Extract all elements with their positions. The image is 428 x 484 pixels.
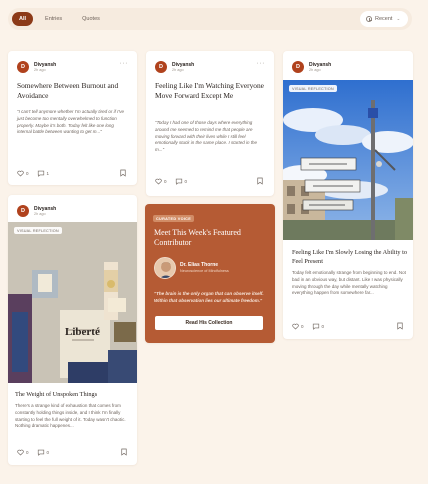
heart-icon: [292, 323, 299, 329]
avatar[interactable]: D: [155, 61, 167, 73]
entry-image[interactable]: Liberté VISUAL REFLECTION: [8, 222, 137, 383]
post-time: 2h ago: [34, 67, 46, 72]
filter-bar: All Entries Quotes Recent ⌄: [8, 8, 412, 30]
avatar[interactable]: D: [17, 205, 29, 217]
like-button[interactable]: 0: [292, 323, 304, 330]
like-button[interactable]: 0: [17, 449, 29, 456]
entry-title[interactable]: Feeling Like I'm Slowly Losing the Abili…: [292, 248, 408, 266]
more-options-icon[interactable]: ···: [257, 60, 266, 67]
visual-reflection-badge: VISUAL REFLECTION: [289, 85, 337, 92]
sort-dropdown[interactable]: Recent ⌄: [360, 11, 408, 27]
like-count: 0: [26, 170, 29, 176]
post-time: 2h ago: [172, 67, 184, 72]
entry-image[interactable]: VISUAL REFLECTION: [283, 80, 413, 240]
more-options-icon[interactable]: ···: [120, 60, 129, 67]
heart-icon: [17, 170, 24, 176]
contributor-avatar[interactable]: [154, 257, 176, 279]
comment-button[interactable]: 0: [37, 449, 50, 456]
image-caption: Liberté: [65, 326, 100, 338]
clock-icon: [366, 16, 372, 22]
entry-card[interactable]: D Divyansh 2h ago ··· Feeling Like I'm W…: [146, 51, 274, 196]
like-count: 0: [164, 178, 167, 184]
entry-quote: "Today I had one of those days where eve…: [155, 120, 258, 153]
comment-button[interactable]: 0: [175, 178, 188, 185]
author-name[interactable]: Divyansh: [172, 62, 194, 68]
entry-card[interactable]: D Divyansh 2h ago ··· Somewhere Between …: [8, 51, 137, 185]
entry-title[interactable]: Feeling Like I'm Watching Everyone Move …: [155, 81, 267, 102]
comment-icon: [312, 323, 319, 330]
avatar[interactable]: D: [17, 61, 29, 73]
entry-excerpt: There's a strange kind of exhaustion tha…: [15, 403, 126, 429]
comment-button[interactable]: 1: [37, 170, 50, 177]
bookmark-icon[interactable]: [120, 169, 126, 177]
post-time: 2h ago: [34, 211, 46, 216]
bookmark-icon[interactable]: [257, 177, 263, 185]
comment-button[interactable]: 0: [312, 323, 325, 330]
contributor-role: Neuroscience of Mindfulness: [180, 269, 229, 273]
like-button[interactable]: 0: [17, 170, 29, 177]
heart-icon: [155, 178, 162, 184]
like-count: 0: [26, 449, 29, 455]
author-name[interactable]: Divyansh: [34, 62, 56, 68]
featured-title: Meet This Week's Featured Contributor: [154, 228, 241, 247]
sort-label: Recent: [375, 16, 393, 22]
comment-icon: [37, 170, 44, 177]
comment-count: 0: [321, 323, 325, 329]
entry-card[interactable]: D Divyansh 2h ago Liberté VISUAL REFLECT…: [8, 195, 137, 465]
like-count: 0: [301, 323, 304, 329]
visual-reflection-badge: VISUAL REFLECTION: [14, 227, 62, 234]
read-collection-button[interactable]: Read His Collection: [155, 316, 263, 330]
tab-entries[interactable]: Entries: [37, 12, 70, 26]
entry-title[interactable]: Somewhere Between Burnout and Avoidance: [17, 81, 129, 102]
comment-icon: [37, 449, 44, 456]
featured-contributor-card: CURATED VOICE Meet This Week's Featured …: [145, 204, 275, 343]
entry-card[interactable]: D Divyansh 2h ago VISUAL REFLECTION Feel…: [283, 51, 413, 339]
tab-all[interactable]: All: [12, 12, 34, 26]
tab-quotes[interactable]: Quotes: [74, 12, 108, 26]
like-button[interactable]: 0: [155, 178, 167, 185]
comment-icon: [175, 178, 182, 185]
chevron-down-icon: ⌄: [396, 16, 401, 21]
contributor-name[interactable]: Dr. Elias Thorne: [180, 262, 229, 269]
author-name[interactable]: Divyansh: [34, 206, 56, 212]
bookmark-icon[interactable]: [397, 322, 403, 330]
entry-title[interactable]: The Weight of Unspoken Things: [15, 390, 131, 399]
post-time: 2h ago: [309, 67, 321, 72]
featured-contributor[interactable]: Dr. Elias Thorne Neuroscience of Mindful…: [154, 257, 229, 279]
bookmark-icon[interactable]: [121, 448, 127, 456]
comment-count: 1: [46, 170, 50, 176]
comment-count: 0: [46, 449, 50, 455]
avatar[interactable]: D: [292, 61, 304, 73]
comment-count: 0: [184, 178, 188, 184]
heart-icon: [17, 449, 24, 455]
author-name[interactable]: Divyansh: [309, 62, 331, 68]
featured-quote: "The brain is the only organ that can ob…: [154, 291, 264, 303]
entry-quote: "I can't tell anymore whether I'm actual…: [17, 109, 124, 135]
curated-voice-badge: CURATED VOICE: [153, 215, 195, 222]
entry-excerpt: Today felt emotionally strange from begi…: [292, 270, 406, 296]
